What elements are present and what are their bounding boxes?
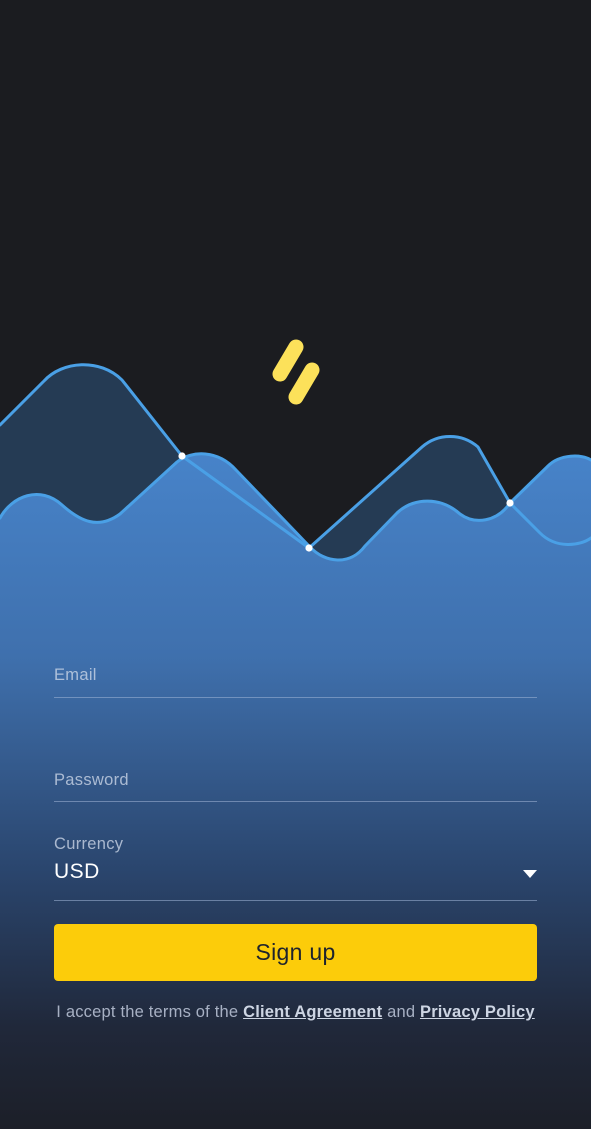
currency-select[interactable]: Currency USD — [54, 830, 537, 901]
two-stripes-logo-icon — [272, 339, 320, 405]
email-underline — [54, 697, 537, 698]
currency-label: Currency — [54, 835, 124, 853]
terms-text: I accept the terms of the Client Agreeme… — [54, 1002, 537, 1023]
password-field[interactable]: Password — [54, 744, 537, 802]
password-underline — [54, 801, 537, 802]
currency-underline — [54, 900, 537, 901]
client-agreement-link[interactable]: Client Agreement — [243, 1003, 382, 1021]
email-field[interactable]: Email — [54, 640, 537, 698]
signup-screen: Email Password Currency USD Sign up I ac… — [0, 0, 591, 1129]
privacy-policy-link[interactable]: Privacy Policy — [420, 1003, 535, 1021]
chevron-down-icon[interactable] — [523, 870, 537, 878]
terms-prefix: I accept the terms of the — [56, 1003, 244, 1021]
currency-selected-value: USD — [54, 860, 100, 883]
intersection-dot — [506, 499, 514, 507]
sign-up-button[interactable]: Sign up — [54, 924, 537, 981]
intersection-dot — [178, 452, 186, 460]
password-input[interactable] — [54, 771, 524, 791]
terms-middle: and — [382, 1003, 420, 1021]
intersection-dot — [305, 544, 313, 552]
email-input[interactable] — [54, 666, 524, 686]
